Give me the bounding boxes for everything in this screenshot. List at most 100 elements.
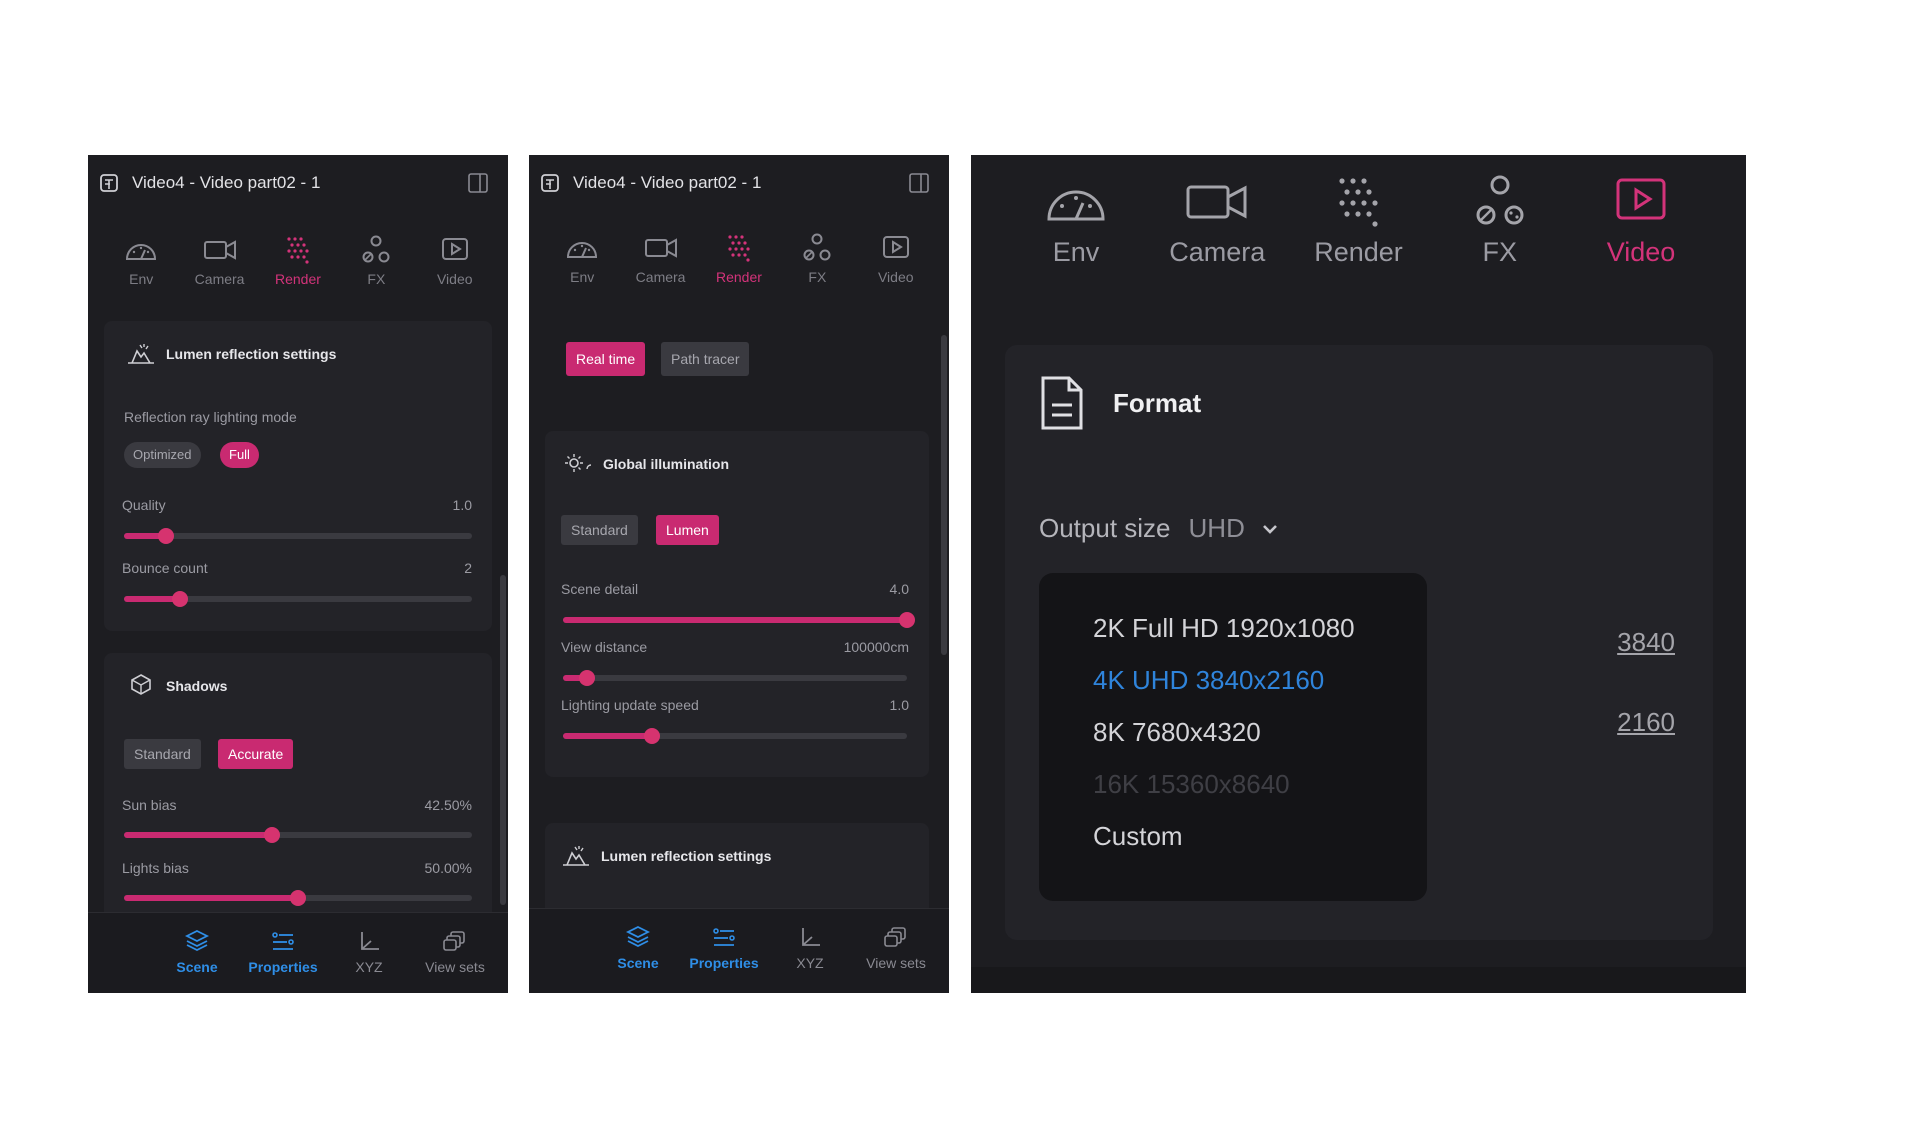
nav-scene[interactable]: Scene (154, 913, 240, 993)
option-8k[interactable]: 8K 7680x4320 (1093, 717, 1261, 748)
slider-fill (563, 733, 653, 739)
scrollbar[interactable] (500, 575, 506, 905)
nav-view-sets[interactable]: View sets (412, 913, 498, 993)
category-tabs: Env Camera Render FX Video (529, 233, 949, 303)
slider-knob[interactable] (899, 612, 915, 628)
nav-label: Properties (689, 955, 759, 971)
shadows-standard-button[interactable]: Standard (124, 739, 201, 769)
output-size-select[interactable]: Output size UHD (1039, 513, 1279, 544)
gauge-icon (1047, 190, 1105, 221)
tab-render[interactable]: Render (266, 235, 330, 305)
nav-label: View sets (866, 955, 926, 971)
card-header: Lumen reflection settings (126, 341, 336, 367)
sun-sparkle-icon (565, 454, 592, 472)
optimized-pill[interactable]: Optimized (124, 442, 201, 468)
render-dots-icon (728, 235, 750, 262)
nav-view-sets[interactable]: View sets (853, 909, 939, 993)
slider-knob[interactable] (290, 890, 306, 906)
camera-icon (1186, 185, 1247, 219)
bounce-value: 2 (464, 560, 472, 576)
view-distance-value: 100000cm (843, 639, 909, 655)
option-4k[interactable]: 4K UHD 3840x2160 (1093, 665, 1324, 696)
tab-env[interactable]: Env (1011, 175, 1141, 285)
height-value[interactable]: 2160 (1617, 707, 1675, 738)
sun-bias-slider[interactable] (124, 827, 472, 843)
tab-fx[interactable]: FX (1435, 175, 1565, 285)
nav-xyz[interactable]: XYZ (767, 909, 853, 993)
bounce-label: Bounce count (122, 560, 208, 576)
option-custom[interactable]: Custom (1093, 821, 1183, 852)
tab-video[interactable]: Video (423, 235, 487, 305)
scene-detail-value: 4.0 (889, 581, 909, 597)
shadows-accurate-button[interactable]: Accurate (218, 739, 294, 769)
view-distance-slider[interactable] (563, 670, 907, 686)
lighting-speed-value: 1.0 (889, 697, 909, 713)
full-pill[interactable]: Full (220, 442, 259, 468)
nav-properties[interactable]: Properties (240, 913, 326, 993)
lighting-speed-slider[interactable] (563, 728, 907, 744)
slider-fill (563, 617, 907, 623)
tab-env[interactable]: Env (550, 233, 614, 303)
quality-value: 1.0 (452, 497, 472, 513)
split-view-icon[interactable] (909, 173, 929, 193)
width-value[interactable]: 3840 (1617, 627, 1675, 658)
tab-label: Video (436, 271, 473, 287)
tab-render[interactable]: Render (707, 233, 771, 303)
gauge-icon (567, 242, 598, 258)
tab-label: Render (275, 271, 321, 287)
tab-render[interactable]: Render (1294, 175, 1424, 285)
tab-env[interactable]: Env (109, 235, 173, 305)
scene-detail-slider[interactable] (563, 612, 915, 628)
video-panel-zoomed: Env Camera Render FX Video Format Output… (971, 155, 1746, 993)
fx-icon (1476, 175, 1524, 225)
app-logo-icon (541, 174, 559, 192)
card-title: Lumen reflection settings (601, 848, 772, 864)
path-tracer-button[interactable]: Path tracer (661, 342, 750, 376)
tab-video[interactable]: Video (1576, 175, 1706, 285)
panel-header: Video4 - Video part02 - 1 (88, 155, 508, 211)
slider-fill (124, 832, 272, 838)
gi-lumen-button[interactable]: Lumen (656, 515, 719, 545)
output-size-value: UHD (1188, 513, 1245, 543)
nav-scene[interactable]: Scene (595, 909, 681, 993)
tab-label: Camera (635, 269, 686, 285)
reflection-icon (563, 846, 589, 866)
nav-xyz[interactable]: XYZ (326, 913, 412, 993)
slider-knob[interactable] (263, 827, 280, 843)
split-view-icon[interactable] (468, 173, 488, 193)
scrollbar[interactable] (941, 335, 947, 655)
bottom-nav: Scene Properties XYZ View sets (88, 912, 508, 993)
slider-knob[interactable] (644, 728, 661, 744)
global-illumination-card: Global illumination Standard Lumen Scene… (545, 431, 929, 777)
tab-camera[interactable]: Camera (1152, 175, 1282, 285)
tab-fx[interactable]: FX (344, 235, 408, 305)
gi-standard-button[interactable]: Standard (561, 515, 638, 545)
real-time-button[interactable]: Real time (566, 342, 646, 376)
nav-properties[interactable]: Properties (681, 909, 767, 993)
slider-knob[interactable] (171, 591, 188, 607)
scene-title: Video4 - Video part02 - 1 (573, 173, 762, 192)
fx-icon (362, 235, 390, 263)
tab-video[interactable]: Video (864, 233, 928, 303)
gauge-icon (126, 244, 157, 260)
quality-slider[interactable] (124, 528, 472, 544)
tab-camera[interactable]: Camera (629, 233, 693, 303)
tab-label: Video (1606, 237, 1676, 267)
lighting-speed-label: Lighting update speed (561, 697, 699, 713)
properties-icon (272, 932, 294, 950)
option-2k[interactable]: 2K Full HD 1920x1080 (1093, 613, 1355, 644)
bounce-slider[interactable] (124, 591, 472, 607)
nav-label: XYZ (355, 959, 383, 975)
video-icon (1616, 178, 1666, 220)
card-title: Global illumination (603, 456, 729, 472)
nav-label: Scene (617, 955, 659, 971)
slider-knob[interactable] (579, 670, 596, 686)
lights-bias-slider[interactable] (124, 890, 472, 906)
tab-label: FX (367, 271, 386, 287)
slider-knob[interactable] (157, 528, 174, 544)
tab-camera[interactable]: Camera (188, 235, 252, 305)
view-distance-label: View distance (561, 639, 648, 655)
shadows-card: Shadows Standard Accurate Sun bias 42.50… (104, 653, 492, 923)
card-header: Shadows (126, 673, 227, 699)
tab-fx[interactable]: FX (785, 233, 849, 303)
